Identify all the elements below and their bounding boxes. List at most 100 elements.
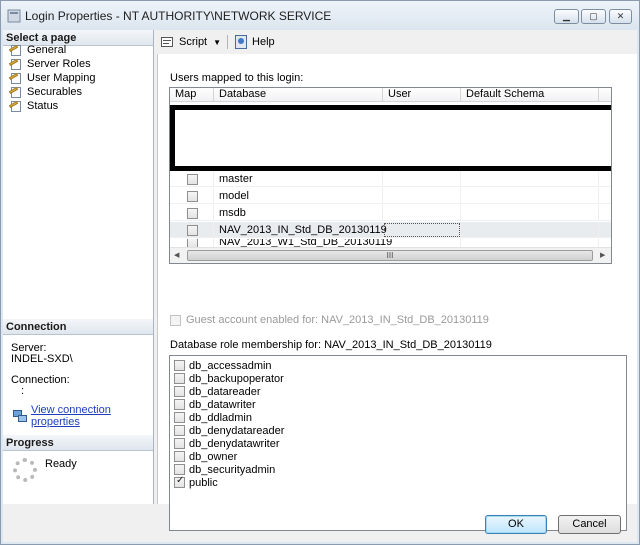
role-item-db-accessadmin[interactable]: db_accessadmin: [174, 359, 272, 372]
progress-status: Ready: [45, 458, 77, 470]
role-membership-label: Database role membership for: NAV_2013_I…: [170, 339, 492, 351]
page-item-general[interactable]: General: [8, 43, 67, 57]
page-item-status[interactable]: Status: [8, 99, 59, 113]
ok-button[interactable]: OK: [485, 515, 547, 534]
scroll-right-icon[interactable]: ▶: [600, 251, 605, 259]
map-checkbox[interactable]: [187, 190, 198, 202]
column-header-database[interactable]: Database: [214, 88, 383, 102]
close-button[interactable]: ✕: [609, 9, 632, 24]
table-row[interactable]: model: [170, 187, 611, 204]
table-row-selected[interactable]: NAV_2013_IN_Std_DB_20130119: [170, 221, 611, 238]
role-checkbox[interactable]: [174, 360, 185, 371]
scroll-left-icon[interactable]: ◀: [174, 251, 179, 259]
page-icon: [8, 72, 23, 84]
column-header-map[interactable]: Map: [170, 88, 214, 102]
cancel-button[interactable]: Cancel: [558, 515, 621, 534]
role-checkbox[interactable]: [174, 451, 185, 462]
maximize-button[interactable]: ▢: [581, 9, 606, 24]
role-item-db-securityadmin[interactable]: db_securityadmin: [174, 463, 275, 476]
guest-account-label: Guest account enabled for: NAV_2013_IN_S…: [186, 314, 489, 326]
script-button[interactable]: Script ▼: [161, 35, 221, 49]
role-label: db_denydatawriter: [189, 437, 280, 450]
role-label: db_accessadmin: [189, 359, 272, 372]
page-item-securables[interactable]: Securables: [8, 85, 83, 99]
role-checkbox[interactable]: [174, 373, 185, 384]
schema-cell[interactable]: [461, 204, 599, 221]
page-icon: [8, 44, 23, 56]
left-pane: Select a page General Server Roles User …: [3, 30, 154, 504]
window-title: Login Properties - NT AUTHORITY\NETWORK …: [25, 9, 332, 23]
help-icon: [234, 35, 248, 49]
maximize-icon: ▢: [589, 11, 598, 21]
users-mapped-label: Users mapped to this login:: [170, 72, 304, 84]
help-button[interactable]: Help: [234, 35, 275, 49]
role-item-public[interactable]: public: [174, 475, 218, 489]
database-cell: NAV_2013_IN_Std_DB_20130119: [214, 221, 387, 238]
toolbar-separator: [227, 35, 229, 49]
column-header-user[interactable]: User: [383, 88, 461, 102]
schema-cell[interactable]: [461, 170, 599, 187]
role-item-db-datareader[interactable]: db_datareader: [174, 385, 261, 398]
main-panel: Users mapped to this login: Map Database…: [157, 54, 637, 531]
page-icon: [8, 100, 23, 112]
role-checkbox[interactable]: [174, 412, 185, 423]
user-cell[interactable]: [383, 204, 461, 221]
guest-account-checkbox: Guest account enabled for: NAV_2013_IN_S…: [170, 314, 489, 326]
user-cell[interactable]: [383, 221, 461, 238]
role-label: public: [189, 476, 218, 489]
role-checkbox[interactable]: [174, 386, 185, 397]
database-cell: model: [214, 187, 383, 204]
role-item-db-owner[interactable]: db_owner: [174, 450, 237, 463]
map-checkbox[interactable]: [187, 173, 198, 185]
minimize-button[interactable]: ▁: [554, 9, 579, 24]
role-checkbox[interactable]: [174, 464, 185, 475]
role-checkbox[interactable]: [174, 438, 185, 449]
script-icon: [161, 35, 175, 49]
column-header-default-schema[interactable]: Default Schema: [461, 88, 599, 102]
page-item-user-mapping[interactable]: User Mapping: [8, 71, 95, 85]
vertical-scrollbar[interactable]: ▲ ▼: [611, 88, 612, 246]
role-checkbox[interactable]: [174, 425, 185, 436]
role-label: db_datawriter: [189, 398, 256, 411]
role-membership-list: db_accessadmin db_backupoperator db_data…: [169, 355, 627, 531]
chevron-down-icon[interactable]: ▼: [213, 38, 221, 47]
role-label: db_securityadmin: [189, 463, 276, 476]
horizontal-scrollbar[interactable]: ◀ III ▶: [170, 247, 611, 263]
role-checkbox-checked[interactable]: [174, 475, 185, 488]
role-checkbox[interactable]: [174, 399, 185, 410]
role-item-db-ddladmin[interactable]: db_ddladmin: [174, 411, 252, 424]
page-item-label: Status: [27, 100, 59, 112]
connection-header: Connection: [3, 319, 153, 335]
script-label: Script: [179, 36, 208, 48]
page-item-label: Securables: [27, 86, 83, 98]
connection-value: :: [21, 385, 25, 397]
progress-spinner-icon: [13, 458, 37, 482]
dialog-client: Select a page General Server Roles User …: [3, 30, 637, 542]
view-connection-properties-link[interactable]: View connection properties: [13, 404, 153, 428]
user-cell[interactable]: [383, 187, 461, 204]
grid-header: Map Database User Default Schema: [170, 88, 611, 102]
user-mapping-grid[interactable]: Map Database User Default Schema master …: [169, 87, 612, 264]
role-item-db-denydatawriter[interactable]: db_denydatawriter: [174, 437, 280, 450]
page-item-label: Server Roles: [27, 58, 91, 70]
role-item-db-datawriter[interactable]: db_datawriter: [174, 398, 256, 411]
role-label: db_datareader: [189, 385, 261, 398]
schema-cell[interactable]: [461, 187, 599, 204]
role-label: db_backupoperator: [189, 372, 284, 385]
horizontal-scroll-thumb[interactable]: III: [187, 250, 593, 261]
page-icon: [8, 58, 23, 70]
progress-header: Progress: [3, 435, 153, 451]
title-bar: Login Properties - NT AUTHORITY\NETWORK …: [1, 1, 639, 31]
role-item-db-backupoperator[interactable]: db_backupoperator: [174, 372, 284, 385]
role-item-db-denydatareader[interactable]: db_denydatareader: [174, 424, 284, 437]
table-row[interactable]: master: [170, 170, 611, 187]
user-cell[interactable]: [383, 170, 461, 187]
table-row[interactable]: msdb: [170, 204, 611, 221]
page-item-server-roles[interactable]: Server Roles: [8, 57, 91, 71]
view-connection-properties-label[interactable]: View connection properties: [31, 404, 153, 428]
map-checkbox[interactable]: [187, 224, 198, 236]
schema-cell[interactable]: [461, 221, 599, 238]
map-checkbox[interactable]: [187, 207, 198, 219]
page-item-label: General: [27, 44, 67, 56]
role-label: db_denydatareader: [189, 424, 285, 437]
